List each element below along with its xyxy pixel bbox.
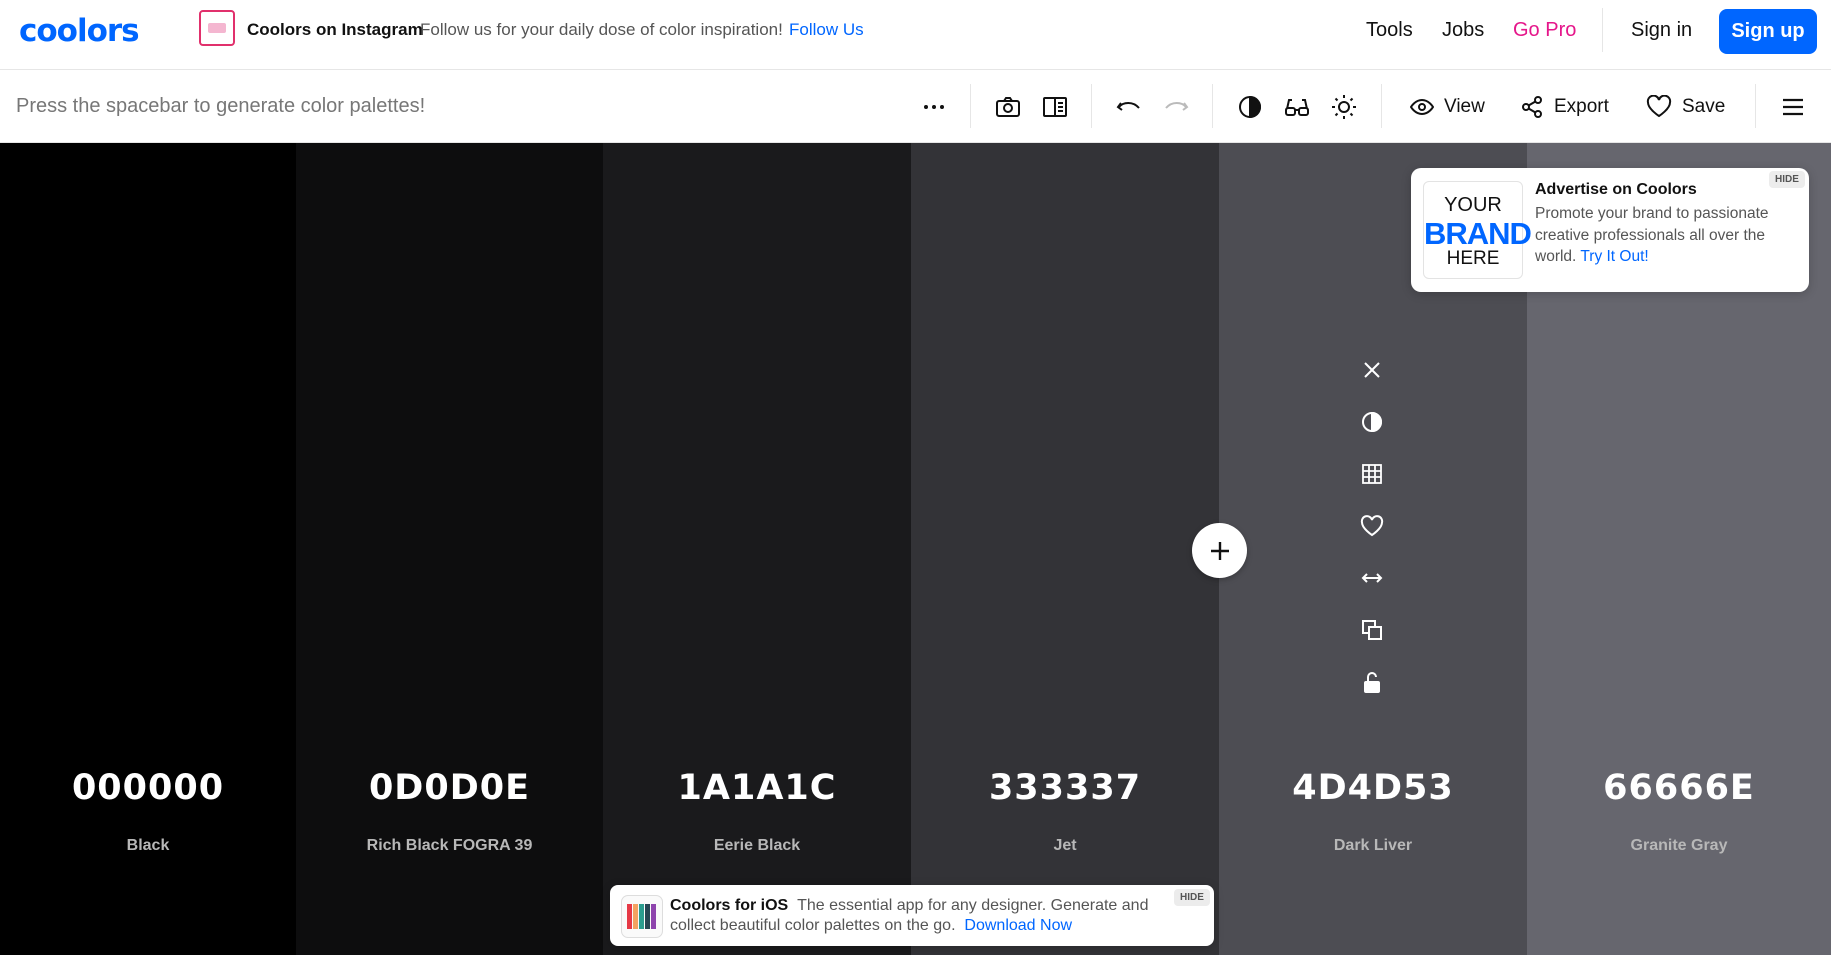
hide-ad-button[interactable]: HIDE <box>1769 171 1805 188</box>
color-name: Jet <box>1053 837 1077 854</box>
toolbar-divider <box>1381 84 1382 128</box>
ad-body-text: Promote your brand to passionate creativ… <box>1535 205 1769 265</box>
color-name: Rich Black FOGRA 39 <box>366 837 533 854</box>
top-bar: coolors Coolors on Instagram Follow us f… <box>0 0 1831 70</box>
hex-code[interactable]: 66666E <box>1527 768 1831 808</box>
color-name: Granite Gray <box>1630 837 1728 854</box>
export-button[interactable]: Export <box>1520 94 1609 120</box>
copy-icon[interactable] <box>1360 618 1384 642</box>
save-label: Save <box>1682 96 1726 117</box>
hex-code[interactable]: 1A1A1C <box>603 768 911 808</box>
nav-divider <box>1602 8 1603 52</box>
brand-placeholder-logo: YOUR BRAND HERE <box>1423 181 1532 279</box>
glasses-icon[interactable] <box>1284 94 1310 120</box>
toolbar-divider <box>1212 84 1213 128</box>
color-name: Black <box>126 837 170 854</box>
view-button[interactable]: View <box>1410 94 1485 120</box>
unlock-icon[interactable] <box>1360 670 1384 694</box>
nav-go-pro[interactable]: Go Pro <box>1513 19 1576 42</box>
coolors-logo[interactable]: coolors <box>19 13 140 49</box>
contrast-icon[interactable] <box>1360 410 1384 434</box>
layout-icon[interactable] <box>1042 94 1068 120</box>
hex-code[interactable]: 4D4D53 <box>1219 768 1527 808</box>
contrast-icon[interactable] <box>1237 94 1263 120</box>
grid-icon[interactable] <box>1360 462 1384 486</box>
hex-code[interactable]: 000000 <box>0 768 296 808</box>
nav-jobs[interactable]: Jobs <box>1442 19 1484 42</box>
view-label: View <box>1444 96 1485 117</box>
color-swatch[interactable]: 1A1A1C Eerie Black <box>603 143 911 955</box>
add-color-button[interactable] <box>1192 523 1247 578</box>
ios-title: Coolors for iOS <box>670 897 789 914</box>
app-icon <box>621 895 663 938</box>
sign-up-button[interactable]: Sign up <box>1719 9 1817 54</box>
advertise-card: YOUR BRAND HERE Advertise on Coolors Pro… <box>1411 168 1809 292</box>
promo-title: Coolors on Instagram <box>247 20 423 39</box>
promo-text: Follow us for your daily dose of color i… <box>420 20 783 39</box>
hide-ios-banner-button[interactable]: HIDE <box>1174 889 1210 906</box>
more-icon[interactable] <box>921 94 947 120</box>
sun-icon[interactable] <box>1331 94 1357 120</box>
nav-tools[interactable]: Tools <box>1366 19 1413 42</box>
menu-icon[interactable] <box>1780 94 1806 120</box>
ios-app-banner: Coolors for iOS The essential app for an… <box>610 885 1214 946</box>
hex-code[interactable]: 333337 <box>911 768 1219 808</box>
brand-logo-line: YOUR <box>1444 194 1502 216</box>
eye-icon <box>1410 98 1434 116</box>
instagram-icon[interactable] <box>199 10 235 46</box>
download-now-link[interactable]: Download Now <box>964 917 1072 934</box>
camera-icon[interactable] <box>995 94 1021 120</box>
heart-icon[interactable] <box>1360 514 1384 538</box>
ad-body: Promote your brand to passionate creativ… <box>1535 203 1797 268</box>
ios-banner-text: Coolors for iOS The essential app for an… <box>670 896 1150 936</box>
color-name: Eerie Black <box>713 837 801 854</box>
heart-icon <box>1646 95 1672 118</box>
brand-logo-line: BRAND <box>1424 216 1532 251</box>
follow-us-link[interactable]: Follow Us <box>789 20 864 40</box>
undo-icon[interactable] <box>1116 94 1142 120</box>
export-label: Export <box>1554 96 1609 117</box>
color-swatch[interactable]: 0D0D0E Rich Black FOGRA 39 <box>296 143 603 955</box>
brand-logo-line: HERE <box>1446 248 1500 269</box>
color-name: Dark Liver <box>1333 837 1413 854</box>
share-icon <box>1522 96 1542 118</box>
close-icon[interactable] <box>1360 358 1384 382</box>
sign-in-link[interactable]: Sign in <box>1631 19 1692 42</box>
redo-icon[interactable] <box>1163 94 1189 120</box>
spacebar-hint: Press the spacebar to generate color pal… <box>16 95 426 117</box>
ad-title: Advertise on Coolors <box>1535 181 1697 198</box>
toolbar-divider <box>1755 84 1756 128</box>
toolbar-divider <box>1091 84 1092 128</box>
plus-icon <box>1210 541 1229 560</box>
color-swatch[interactable]: 000000 Black <box>0 143 296 955</box>
drag-icon[interactable] <box>1360 566 1384 590</box>
try-it-out-link[interactable]: Try It Out! <box>1580 248 1648 265</box>
hex-code[interactable]: 0D0D0E <box>296 768 603 808</box>
toolbar-divider <box>970 84 971 128</box>
color-swatch[interactable]: 333337 Jet <box>911 143 1219 955</box>
save-button[interactable]: Save <box>1646 94 1725 120</box>
toolbar: Press the spacebar to generate color pal… <box>0 70 1831 143</box>
